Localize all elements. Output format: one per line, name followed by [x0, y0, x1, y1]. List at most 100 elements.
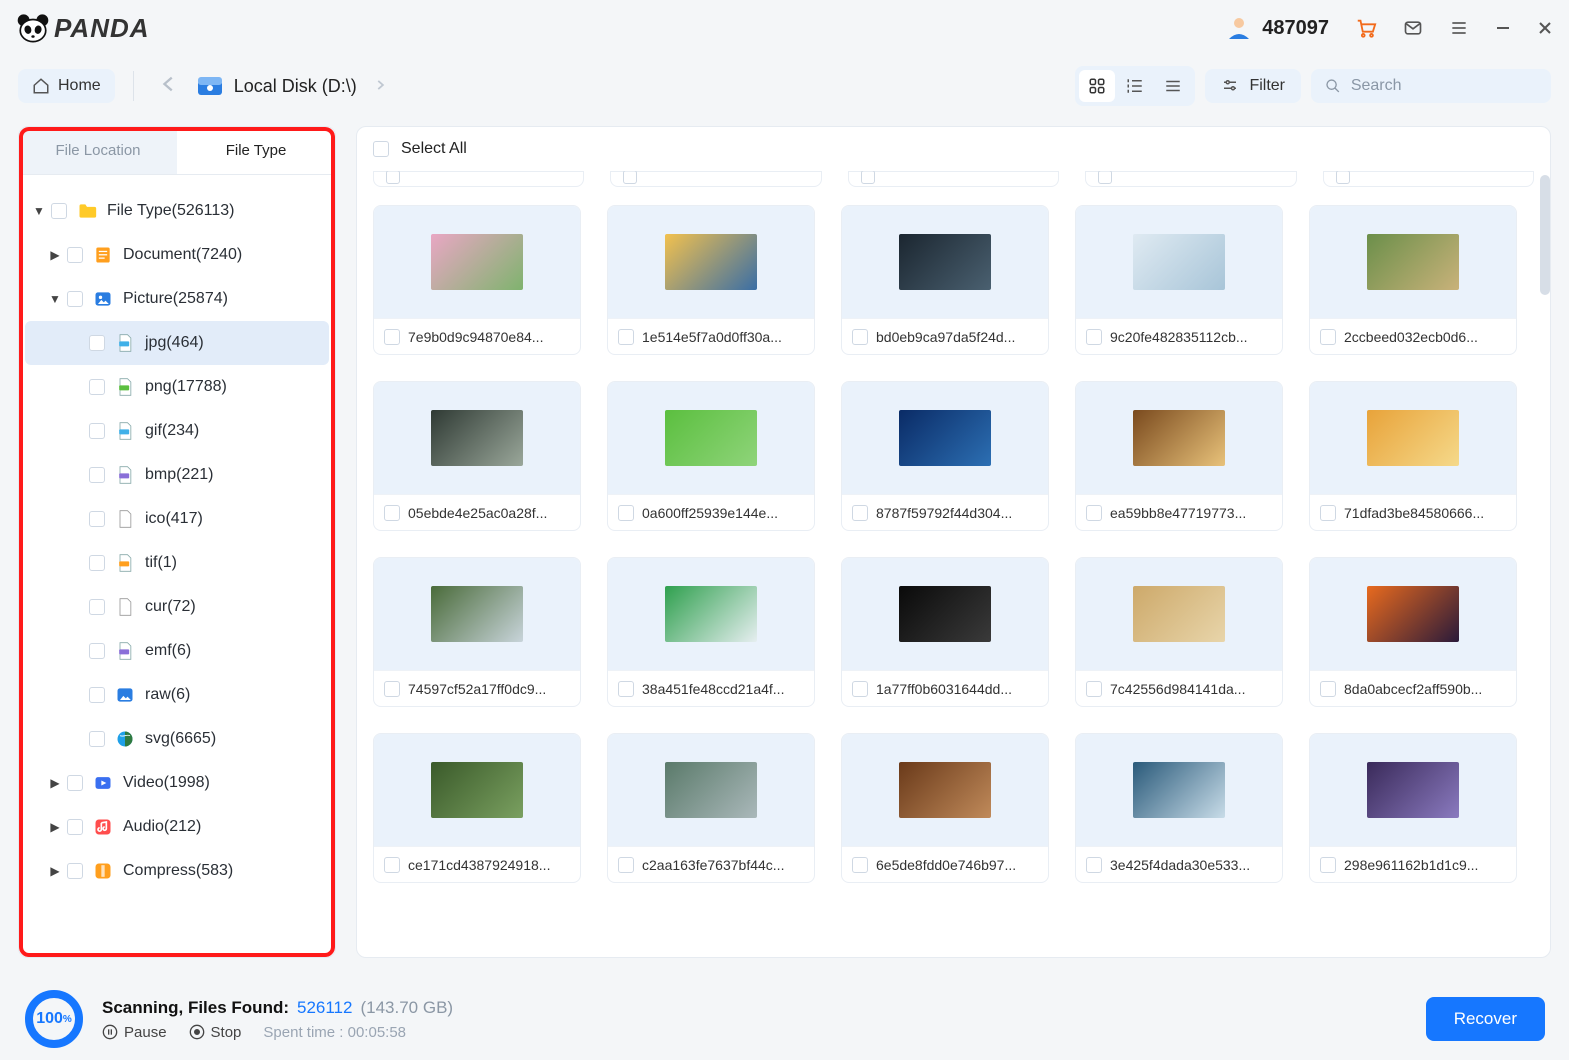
checkbox[interactable] [89, 731, 105, 747]
mail-icon[interactable] [1403, 18, 1423, 38]
file-checkbox[interactable] [1320, 681, 1336, 697]
thumbnail [374, 382, 580, 494]
file-card[interactable]: 7c42556d984141da... [1075, 557, 1283, 707]
tree-document[interactable]: ▶Document(7240) [25, 233, 329, 277]
file-checkbox[interactable] [618, 857, 634, 873]
close-icon[interactable] [1537, 20, 1553, 36]
cart-icon[interactable] [1355, 17, 1377, 39]
checkbox[interactable] [89, 643, 105, 659]
minimize-icon[interactable] [1495, 20, 1511, 36]
recover-button[interactable]: Recover [1426, 997, 1545, 1041]
tree-tif[interactable]: tif(1) [25, 541, 329, 585]
tree-bmp[interactable]: bmp(221) [25, 453, 329, 497]
tree-jpg[interactable]: jpg(464) [25, 321, 329, 365]
file-checkbox[interactable] [1320, 857, 1336, 873]
checkbox[interactable] [51, 203, 67, 219]
folder-icon [77, 201, 97, 221]
menu-icon[interactable] [1449, 18, 1469, 38]
checkbox[interactable] [89, 555, 105, 571]
stop-button[interactable]: Stop [189, 1024, 242, 1041]
checkbox[interactable] [67, 819, 83, 835]
file-card[interactable]: 8da0abcecf2aff590b... [1309, 557, 1517, 707]
view-detail-button[interactable] [1117, 70, 1153, 102]
file-checkbox[interactable] [1086, 857, 1102, 873]
tree-raw[interactable]: raw(6) [25, 673, 329, 717]
tree-compress[interactable]: ▶Compress(583) [25, 849, 329, 893]
file-checkbox[interactable] [1320, 505, 1336, 521]
file-checkbox[interactable] [618, 329, 634, 345]
file-checkbox[interactable] [852, 681, 868, 697]
file-checkbox[interactable] [384, 681, 400, 697]
search-box[interactable] [1311, 69, 1551, 103]
tree-picture[interactable]: ▼Picture(25874) [25, 277, 329, 321]
file-card[interactable]: ce171cd4387924918... [373, 733, 581, 883]
file-checkbox[interactable] [1086, 681, 1102, 697]
tree-video[interactable]: ▶Video(1998) [25, 761, 329, 805]
file-checkbox[interactable] [618, 681, 634, 697]
tree-audio[interactable]: ▶Audio(212) [25, 805, 329, 849]
tree-cur[interactable]: cur(72) [25, 585, 329, 629]
file-checkbox[interactable] [1086, 505, 1102, 521]
file-name: bd0eb9ca97da5f24d... [876, 329, 1015, 345]
file-card[interactable]: 3e425f4dada30e533... [1075, 733, 1283, 883]
file-card[interactable]: 71dfad3be84580666... [1309, 381, 1517, 531]
checkbox[interactable] [89, 511, 105, 527]
tree-root[interactable]: ▼File Type(526113) [25, 189, 329, 233]
file-card[interactable]: 6e5de8fdd0e746b97... [841, 733, 1049, 883]
back-button[interactable] [152, 67, 186, 106]
filter-button[interactable]: Filter [1205, 69, 1301, 103]
breadcrumb[interactable]: Local Disk (D:\) [196, 75, 387, 97]
checkbox[interactable] [89, 335, 105, 351]
file-card[interactable]: 0a600ff25939e144e... [607, 381, 815, 531]
file-card[interactable]: 8787f59792f44d304... [841, 381, 1049, 531]
file-card[interactable]: 9c20fe482835112cb... [1075, 205, 1283, 355]
tree-gif[interactable]: gif(234) [25, 409, 329, 453]
user-account[interactable]: 487097 [1226, 15, 1329, 41]
checkbox[interactable] [89, 423, 105, 439]
file-card[interactable]: 1e514e5f7a0d0ff30a... [607, 205, 815, 355]
select-all-checkbox[interactable] [373, 141, 389, 157]
file-checkbox[interactable] [852, 329, 868, 345]
checkbox[interactable] [89, 687, 105, 703]
file-checkbox[interactable] [1086, 329, 1102, 345]
checkbox[interactable] [89, 599, 105, 615]
view-grid-button[interactable] [1079, 70, 1115, 102]
file-card[interactable]: 05ebde4e25ac0a28f... [373, 381, 581, 531]
tree-svg[interactable]: svg(6665) [25, 717, 329, 761]
file-checkbox[interactable] [384, 329, 400, 345]
view-list-button[interactable] [1155, 70, 1191, 102]
file-checkbox[interactable] [1320, 329, 1336, 345]
file-card[interactable]: 1a77ff0b6031644dd... [841, 557, 1049, 707]
file-card[interactable]: bd0eb9ca97da5f24d... [841, 205, 1049, 355]
thumbnail [1076, 382, 1282, 494]
file-card[interactable]: 74597cf52a17ff0dc9... [373, 557, 581, 707]
pause-button[interactable]: Pause [102, 1024, 167, 1041]
file-checkbox[interactable] [618, 505, 634, 521]
tab-file-type[interactable]: File Type [177, 127, 335, 174]
checkbox[interactable] [67, 863, 83, 879]
file-checkbox[interactable] [852, 505, 868, 521]
file-card[interactable]: 7e9b0d9c94870e84... [373, 205, 581, 355]
file-card[interactable]: c2aa163fe7637bf44c... [607, 733, 815, 883]
scrollbar[interactable] [1540, 175, 1550, 295]
file-card[interactable]: ea59bb8e47719773... [1075, 381, 1283, 531]
file-card[interactable]: 38a451fe48ccd21a4f... [607, 557, 815, 707]
tree-emf[interactable]: emf(6) [25, 629, 329, 673]
tree-ico[interactable]: ico(417) [25, 497, 329, 541]
tree-png[interactable]: png(17788) [25, 365, 329, 409]
thumbnail [608, 206, 814, 318]
file-checkbox[interactable] [852, 857, 868, 873]
file-checkbox[interactable] [384, 857, 400, 873]
file-checkbox[interactable] [384, 505, 400, 521]
checkbox[interactable] [89, 467, 105, 483]
file-card[interactable]: 298e961162b1d1c9... [1309, 733, 1517, 883]
checkbox[interactable] [67, 775, 83, 791]
tab-file-location[interactable]: File Location [19, 127, 177, 174]
home-label: Home [58, 77, 101, 95]
checkbox[interactable] [67, 247, 83, 263]
file-card[interactable]: 2ccbeed032ecb0d6... [1309, 205, 1517, 355]
home-button[interactable]: Home [18, 69, 115, 103]
checkbox[interactable] [67, 291, 83, 307]
checkbox[interactable] [89, 379, 105, 395]
search-input[interactable] [1351, 77, 1537, 95]
